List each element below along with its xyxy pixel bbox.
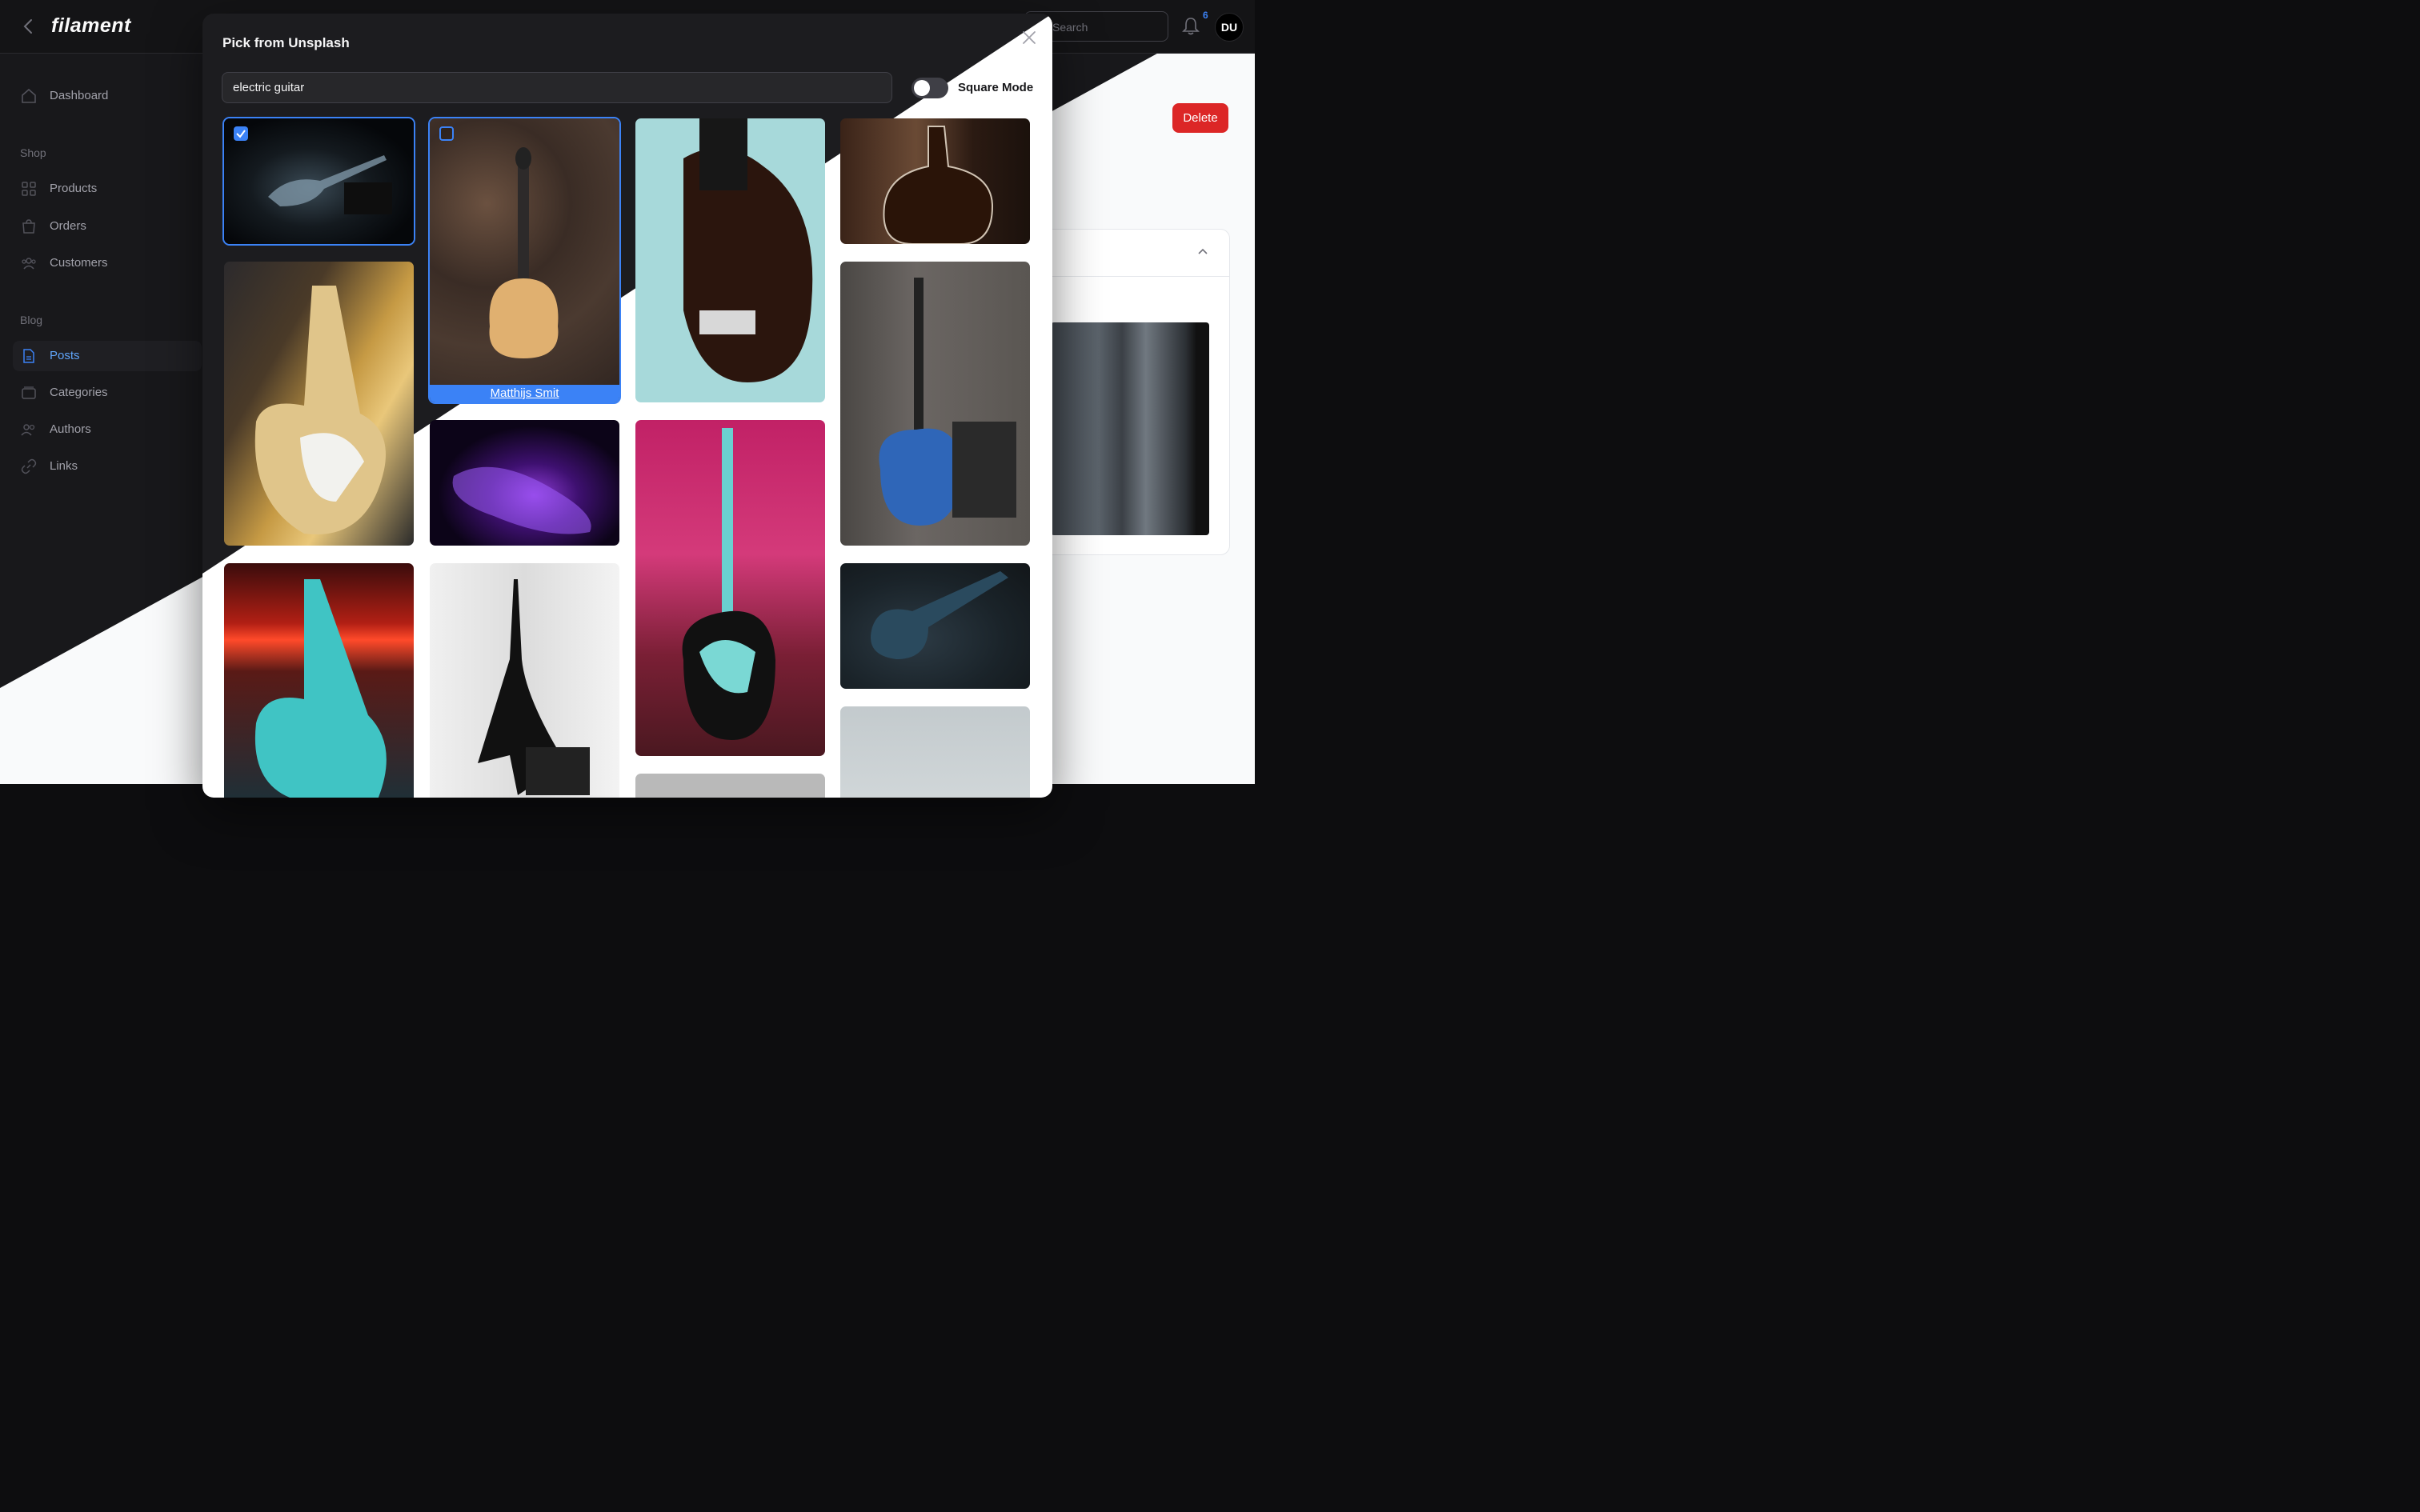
close-icon[interactable] xyxy=(1020,29,1038,46)
guitar-illustration xyxy=(254,286,386,534)
unsplash-search-input[interactable] xyxy=(222,72,892,103)
unsplash-image-tile[interactable] xyxy=(224,563,414,798)
unsplash-image-tile[interactable]: Matthijs Smit xyxy=(428,117,621,404)
unsplash-picker-modal: Pick from Unsplash Square Mode Matthijs … xyxy=(202,14,1052,798)
guitar-illustration xyxy=(268,155,392,214)
guitar-illustration xyxy=(452,466,591,534)
square-mode-label: Square Mode xyxy=(958,81,1034,94)
guitar-illustration xyxy=(871,571,1008,659)
photographer-credit-link[interactable]: Matthijs Smit xyxy=(430,385,619,402)
checkbox-unchecked[interactable] xyxy=(439,126,454,141)
guitar-illustration xyxy=(254,579,387,798)
image-thumbnail xyxy=(635,774,825,798)
modal-overlay[interactable]: Pick from Unsplash Square Mode Matthijs … xyxy=(0,0,1255,798)
guitar-illustration xyxy=(879,278,1016,526)
square-mode-toggle[interactable] xyxy=(912,78,948,98)
unsplash-image-tile[interactable] xyxy=(222,117,415,246)
guitar-illustration xyxy=(478,579,590,795)
unsplash-image-tile[interactable] xyxy=(840,262,1030,546)
unsplash-image-tile[interactable] xyxy=(840,706,1030,798)
unsplash-image-tile[interactable] xyxy=(224,262,414,546)
checkbox-checked[interactable] xyxy=(234,126,248,141)
unsplash-image-tile[interactable] xyxy=(430,420,619,546)
unsplash-image-tile[interactable] xyxy=(635,774,825,798)
guitar-illustration xyxy=(683,118,813,382)
guitar-illustration xyxy=(489,147,559,358)
unsplash-image-tile[interactable] xyxy=(635,420,825,756)
unsplash-image-tile[interactable] xyxy=(635,118,825,402)
toggle-knob xyxy=(914,80,930,96)
guitar-illustration xyxy=(682,428,775,740)
image-thumbnail xyxy=(840,706,1030,798)
guitar-illustration xyxy=(883,126,994,244)
modal-title: Pick from Unsplash xyxy=(222,35,350,50)
unsplash-image-tile[interactable] xyxy=(840,563,1030,689)
unsplash-image-tile[interactable] xyxy=(430,563,619,798)
unsplash-image-tile[interactable] xyxy=(840,118,1030,244)
